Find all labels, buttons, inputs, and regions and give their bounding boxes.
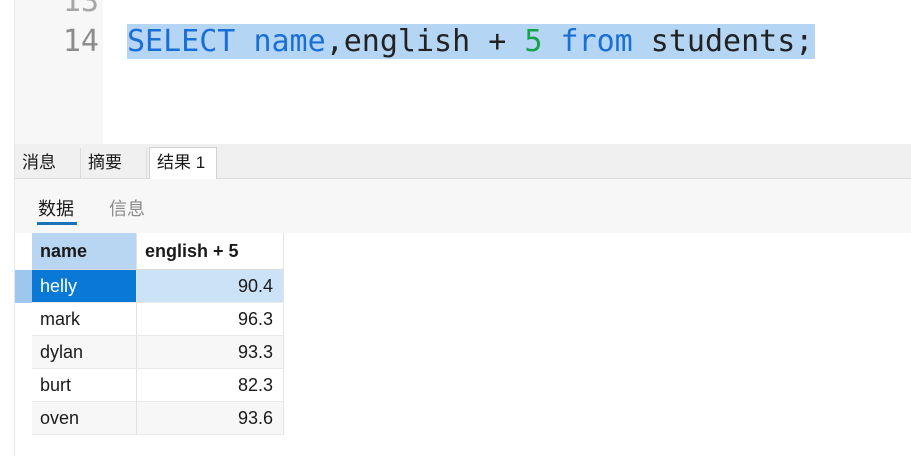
table-row[interactable]: dylan 93.3 (15, 336, 285, 369)
row-indicator[interactable] (15, 303, 32, 336)
code-text-students: students; (632, 24, 814, 59)
selected-sql-text: SELECT name,english + 5 from students; (127, 24, 816, 59)
cell-name[interactable]: dylan (32, 336, 137, 369)
cell-english-plus-5[interactable]: 93.3 (137, 336, 284, 369)
column-header-name[interactable]: name (32, 233, 137, 270)
table-row[interactable]: helly 90.4 (15, 270, 285, 303)
tab-result-1[interactable]: 结果 1 (149, 147, 217, 179)
cell-name[interactable]: oven (32, 402, 137, 435)
column-header-english-plus-5[interactable]: english + 5 (137, 233, 284, 270)
keyword-name: name (253, 24, 326, 59)
line-number-current: 14 (62, 24, 99, 59)
row-indicator[interactable] (15, 369, 32, 402)
result-panel: 消息 摘要 结果 1 数据 信息 name english + 5 helly … (14, 144, 911, 456)
result-tabbar: 消息 摘要 结果 1 (15, 144, 911, 179)
table-row[interactable]: mark 96.3 (15, 303, 285, 336)
subtab-data[interactable]: 数据 (38, 195, 74, 221)
row-indicator[interactable] (15, 402, 32, 435)
row-indicator[interactable] (15, 336, 32, 369)
table-row[interactable]: burt 82.3 (15, 369, 285, 402)
cell-name[interactable]: mark (32, 303, 137, 336)
line-number-gutter: 13 14 (15, 0, 103, 144)
cell-name[interactable]: helly (32, 270, 137, 303)
keyword-select: SELECT (127, 24, 236, 59)
result-subtabbar: 数据 信息 (15, 179, 911, 233)
cell-english-plus-5[interactable]: 82.3 (137, 369, 284, 402)
table-row[interactable]: oven 93.6 (15, 402, 285, 435)
tab-messages[interactable]: 消息 (15, 148, 81, 178)
code-text-english: ,english + (325, 24, 525, 59)
keyword-from: from (560, 24, 633, 59)
cell-english-plus-5[interactable]: 93.6 (137, 402, 284, 435)
tab-summary[interactable]: 摘要 (81, 148, 147, 178)
grid-header-row: name english + 5 (15, 233, 285, 270)
cell-english-plus-5[interactable]: 96.3 (137, 303, 284, 336)
cell-english-plus-5[interactable]: 90.4 (137, 270, 284, 303)
editor-left-strip (0, 0, 15, 144)
code-line[interactable]: SELECT name,english + 5 from students; (127, 21, 816, 63)
active-subtab-underline (37, 222, 77, 225)
header-row-indicator (15, 233, 32, 270)
subtab-info[interactable]: 信息 (109, 195, 145, 221)
cell-name[interactable]: burt (32, 369, 137, 402)
sql-editor[interactable]: 13 14 SELECT name,english + 5 from stude… (0, 0, 911, 144)
number-literal: 5 (524, 24, 543, 59)
line-number-prev: 13 (62, 0, 99, 19)
row-indicator[interactable] (15, 270, 33, 303)
